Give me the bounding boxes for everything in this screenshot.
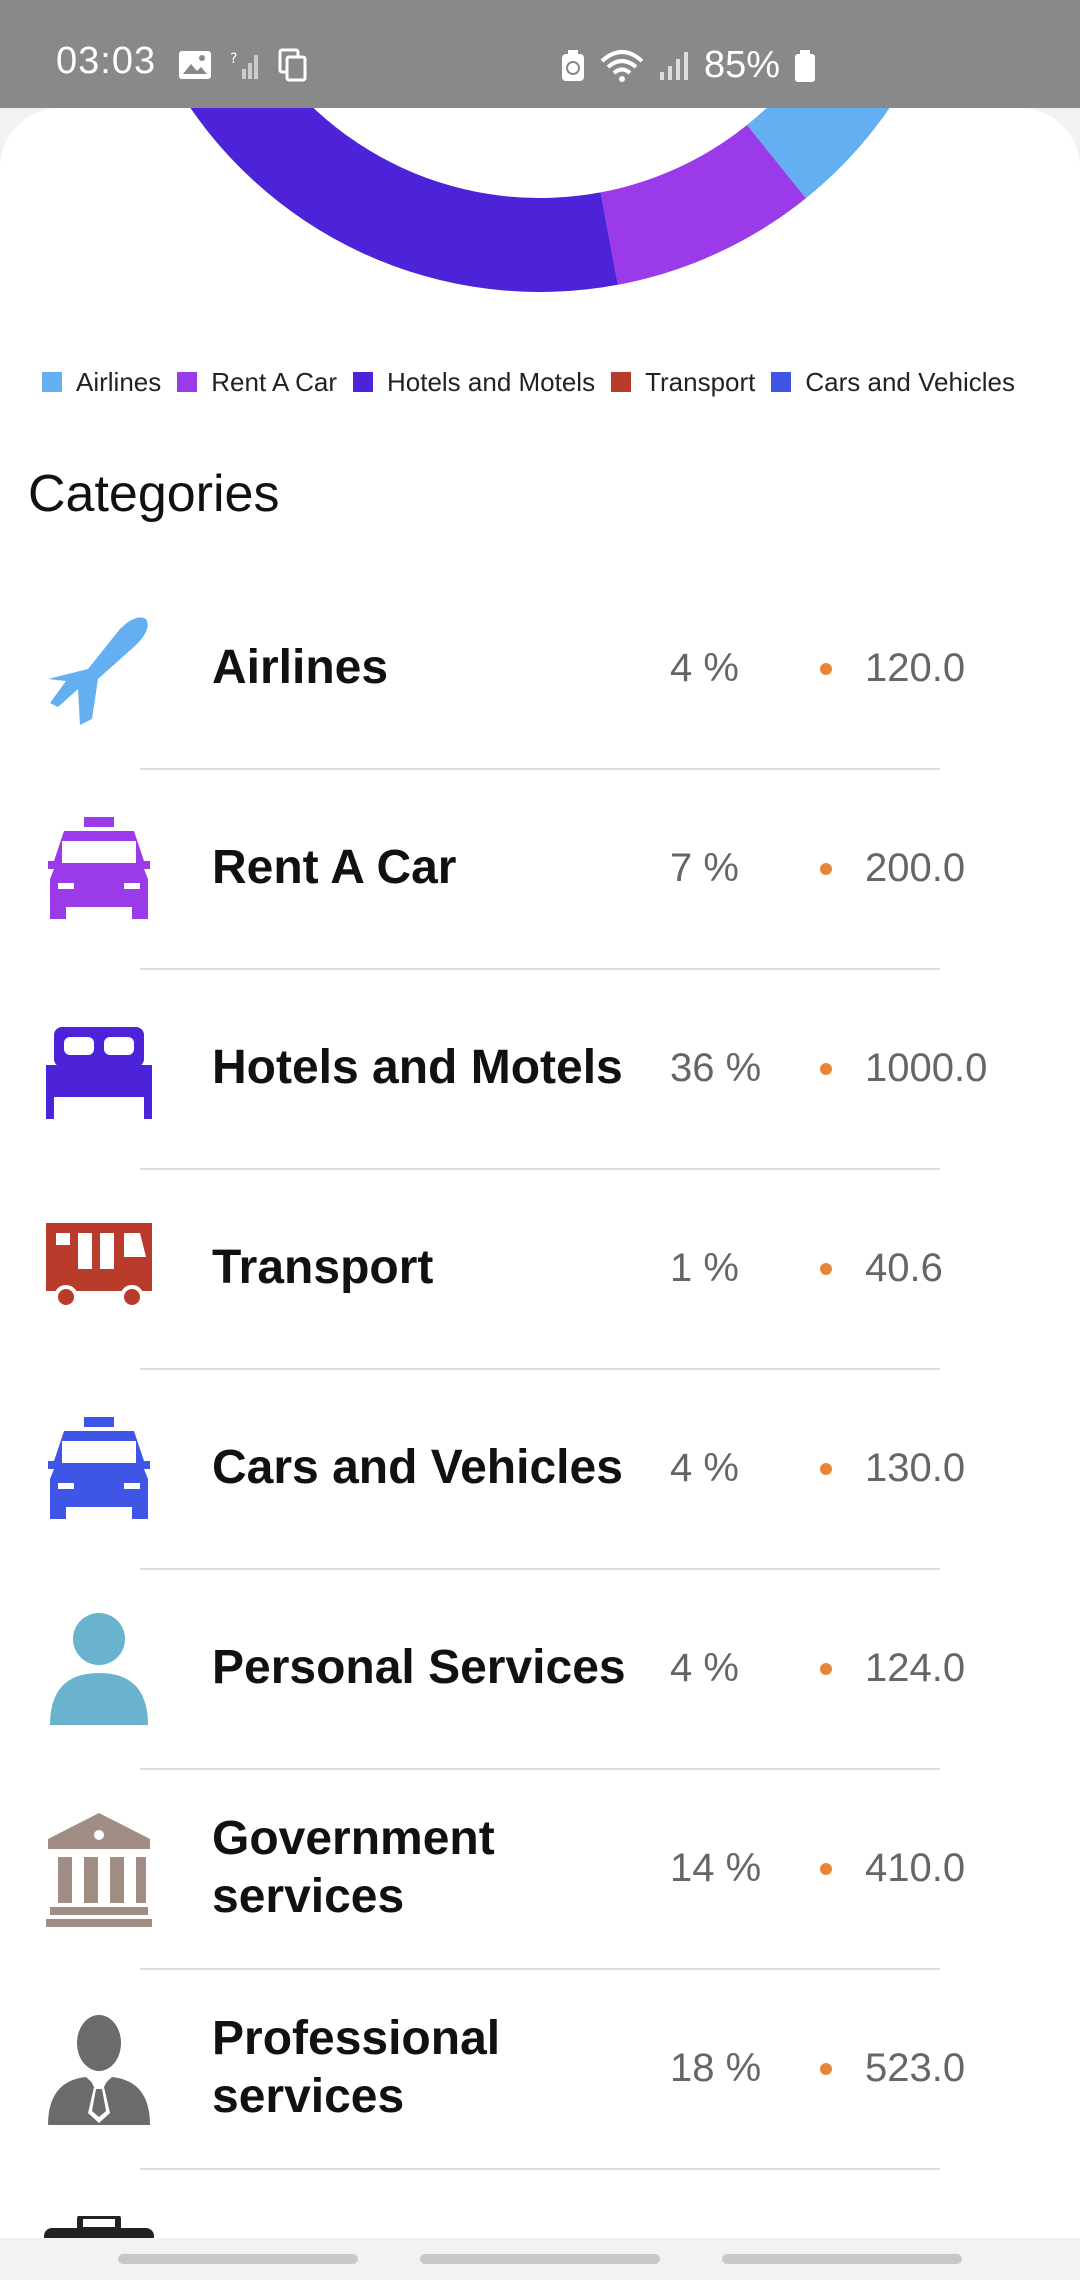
category-percent: 14 % (670, 1845, 762, 1890)
row-divider (140, 2168, 940, 2170)
category-name: Cars and Vehicles (212, 1441, 623, 1495)
category-amount: 40.6 (865, 1245, 943, 1290)
legend-item: Transport (611, 367, 755, 398)
battery-percent: 85% (704, 44, 781, 86)
chart-legend: Airlines Rent A Car Hotels and Motels Trans… (42, 360, 1052, 404)
legend-swatch (352, 372, 373, 392)
bed-icon (40, 1009, 158, 1127)
category-donut-chart (116, 108, 890, 292)
image-icon (179, 51, 211, 79)
content-card: Airlines Rent A Car Hotels and Motels Trans… (0, 108, 1080, 2238)
category-name: Personal Services (212, 1641, 626, 1695)
legend-label: Hotels and Motels (386, 366, 596, 397)
nav-back-button[interactable] (118, 2254, 358, 2264)
taxi-icon (40, 1409, 158, 1527)
legend-item: Airlines (42, 367, 161, 398)
bank-icon (40, 1809, 158, 1927)
category-amount: 130.0 (865, 1445, 966, 1490)
bullet-dot (820, 1263, 832, 1275)
legend-swatch (611, 372, 632, 392)
businessman-icon (40, 2009, 158, 2127)
status-left-icons: ? (178, 48, 308, 82)
bullet-dot (820, 1663, 832, 1675)
section-title: Categories (28, 465, 280, 523)
legend-label: Transport (645, 366, 756, 397)
category-row[interactable]: Airlines 4 % 120.0 (0, 568, 1080, 768)
copy-icon (278, 48, 307, 82)
legend-item: Cars and Vehicles (771, 367, 1015, 398)
category-amount: 523.0 (865, 2045, 966, 2090)
category-percent: 4 % (670, 645, 739, 690)
legend-swatch (771, 372, 792, 392)
category-amount: 410.0 (865, 1845, 966, 1890)
legend-swatch (177, 372, 198, 392)
bullet-dot (820, 1063, 832, 1075)
taxi-icon (40, 809, 158, 927)
bullet-dot (820, 2063, 832, 2075)
category-row[interactable]: Rent A Car 7 % 200.0 (0, 768, 1080, 968)
category-percent: 1 % (670, 1245, 739, 1290)
category-name: Professional services (212, 2012, 501, 2123)
person-icon (40, 1609, 158, 1727)
category-name: Transport (212, 1241, 434, 1295)
donut-slice-hotels-and-motels[interactable] (116, 108, 618, 292)
category-row[interactable]: Cars and Vehicles 4 % 130.0 (0, 1368, 1080, 1568)
wifi-icon (600, 49, 644, 82)
category-row[interactable]: Professional services 18 % 523.0 (0, 1968, 1080, 2168)
signal-icon (660, 51, 688, 80)
bullet-dot (820, 1863, 832, 1875)
clock: 03:03 (56, 40, 157, 82)
legend-label: Rent A Car (211, 366, 337, 397)
category-amount: 200.0 (865, 845, 966, 890)
battery-icon (795, 49, 816, 82)
status-right-icons: 85% (560, 44, 816, 87)
bullet-dot (820, 863, 832, 875)
category-percent: 18 % (670, 2045, 762, 2090)
category-amount: 120.0 (865, 645, 966, 690)
legend-label: Cars and Vehicles (805, 366, 1015, 397)
category-name: Hotels and Motels (212, 1041, 623, 1095)
category-amount: 1000.0 (865, 1045, 988, 1090)
bullet-dot (820, 1463, 832, 1475)
status-bar: 03:03 ? 85% (0, 0, 1080, 108)
legend-item: Rent A Car (177, 367, 337, 398)
category-percent: 4 % (670, 1645, 739, 1690)
briefcase-icon (40, 2213, 158, 2238)
battery-saver-icon (562, 49, 584, 81)
category-name: Airlines (212, 641, 389, 695)
nav-recents-button[interactable] (722, 2254, 962, 2264)
category-percent: 7 % (670, 845, 739, 890)
nav-home-button[interactable] (420, 2254, 660, 2264)
truck-icon (40, 1209, 158, 1327)
category-row[interactable]: Transport 1 % 40.6 (0, 1168, 1080, 1368)
category-row[interactable]: Personal Services 4 % 124.0 (0, 1568, 1080, 1768)
legend-swatch (42, 372, 62, 392)
category-name: Government services (212, 1812, 495, 1923)
bullet-dot (820, 663, 832, 675)
category-amount: 124.0 (865, 1645, 966, 1690)
no-signal-icon: ? (230, 51, 258, 79)
legend-item: Hotels and Motels (352, 366, 596, 398)
category-name: Rent A Car (212, 841, 457, 895)
category-row[interactable]: Government services 14 % 410.0 (0, 1768, 1080, 1968)
navigation-bar (0, 2238, 1080, 2280)
airplane-icon (40, 609, 158, 727)
category-percent: 36 % (670, 1045, 762, 1090)
category-percent: 4 % (670, 1445, 739, 1490)
svg-text:?: ? (230, 51, 237, 67)
category-row[interactable]: Hotels and Motels 36 % 1000.0 (0, 968, 1080, 1168)
legend-label: Airlines (76, 366, 162, 397)
